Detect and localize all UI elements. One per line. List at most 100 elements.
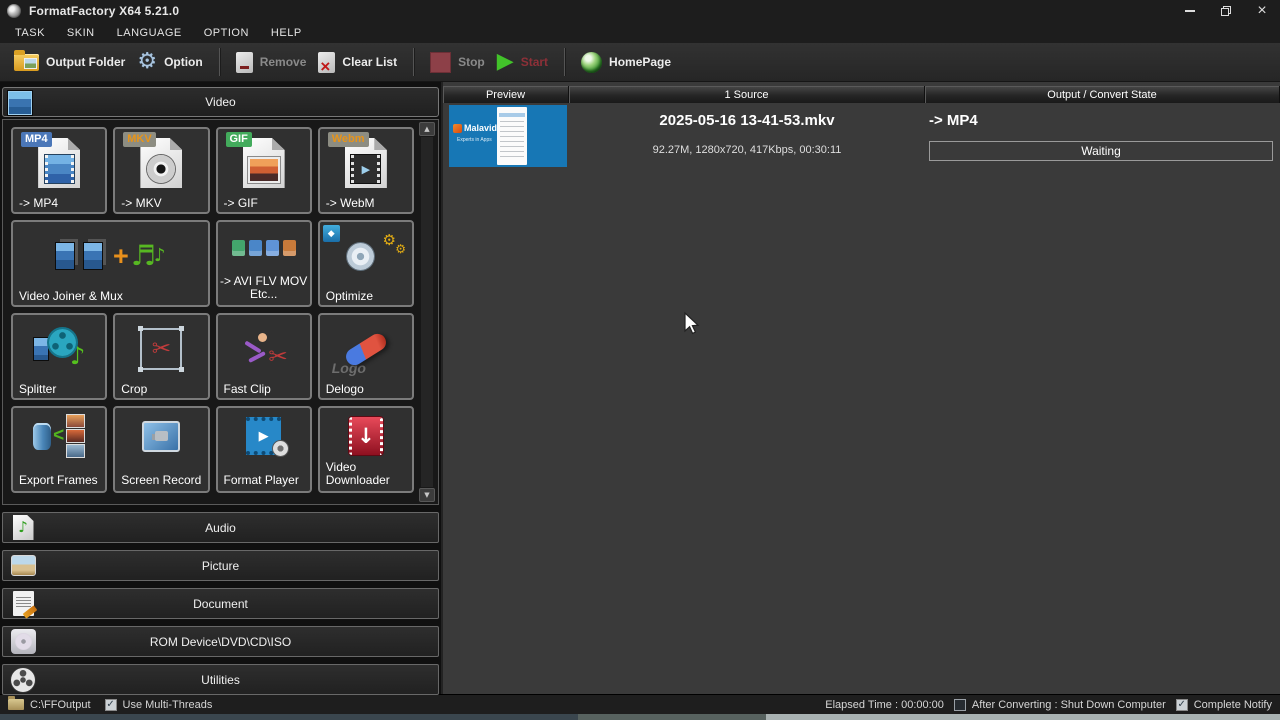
tile-format-player[interactable]: Format Player (216, 406, 312, 493)
tile-to-gif[interactable]: GIF -> GIF (216, 127, 312, 214)
shutdown-checkbox[interactable] (954, 699, 966, 711)
tile-delogo[interactable]: Logo Delogo (318, 313, 414, 400)
file-row[interactable]: Malavida Experts in Apps 2025-05-16 13-4… (443, 103, 1280, 175)
statusbar: C:\FFOutput Use Multi-Threads Elapsed Ti… (0, 694, 1280, 714)
tile-video-joiner-mux[interactable]: + Video Joiner & Mux (11, 220, 210, 307)
window-controls (1172, 0, 1280, 22)
menu-skin[interactable]: SKIN (56, 24, 106, 42)
check-icon (106, 700, 114, 710)
mp4-badge: MP4 (21, 132, 52, 147)
menu-help[interactable]: HELP (260, 24, 313, 42)
tile-to-mkv[interactable]: MKV -> MKV (113, 127, 209, 214)
category-document[interactable]: Document (2, 588, 439, 619)
thumbnail-screenshot (497, 107, 527, 165)
scroll-up-icon (424, 126, 429, 133)
tile-to-avi-flv-mov[interactable]: -> AVI FLV MOV Etc... (216, 220, 312, 307)
list-header: Preview 1 Source Output / Convert State (443, 86, 1280, 103)
menu-task[interactable]: TASK (4, 24, 56, 42)
taskbar-segment (578, 714, 766, 720)
tile-crop[interactable]: Crop (113, 313, 209, 400)
clear-list-button[interactable]: × Clear List (312, 48, 403, 77)
tile-video-downloader[interactable]: Video Downloader (318, 406, 414, 493)
output-format: -> MP4 (929, 112, 978, 129)
scroll-down-button[interactable] (419, 488, 435, 502)
complete-notify-label: Complete Notify (1194, 699, 1272, 711)
tile-label: Splitter (19, 383, 102, 396)
category-label: ROM Device\DVD\CD\ISO (150, 635, 291, 649)
menu-language[interactable]: LANGUAGE (106, 24, 193, 42)
remove-button[interactable]: Remove (230, 48, 313, 77)
category-label: Document (193, 597, 248, 611)
column-header-output[interactable]: Output / Convert State (925, 86, 1280, 103)
start-play-icon (497, 51, 514, 73)
minimize-button[interactable] (1172, 0, 1208, 22)
source-file-details: 92.27M, 1280x720, 417Kbps, 00:30:11 (569, 144, 925, 156)
joiner-mux-icon: + (13, 227, 208, 285)
source-file-name: 2025-05-16 13-41-53.mkv (569, 112, 925, 129)
toolbar-separator (564, 48, 565, 76)
file-list-pane: Preview 1 Source Output / Convert State … (443, 82, 1280, 694)
multithreads-checkbox[interactable] (105, 699, 117, 711)
video-tile-grid: MP4 -> MP4 MKV -> MKV GI (11, 127, 414, 493)
option-button[interactable]: Option (131, 47, 208, 77)
category-label: Picture (202, 559, 239, 573)
formatfactory-window: FormatFactory X64 5.21.0 TASK SKIN LANGU… (0, 0, 1280, 720)
scroll-down-icon (424, 492, 429, 499)
toolbar-separator (219, 48, 220, 76)
tile-label: Screen Record (121, 474, 204, 487)
output-folder-button[interactable]: Output Folder (8, 50, 131, 75)
restore-button[interactable] (1208, 0, 1244, 22)
complete-notify-checkbox[interactable] (1176, 699, 1188, 711)
elapsed-time: Elapsed Time : 00:00:00 (825, 699, 944, 711)
homepage-label: HomePage (609, 55, 671, 69)
scroll-up-button[interactable] (419, 122, 435, 136)
category-utilities[interactable]: Utilities (2, 664, 439, 695)
scrollbar-track[interactable] (421, 137, 433, 487)
video-downloader-icon (320, 413, 412, 459)
tile-label: -> WebM (326, 197, 409, 210)
category-picture[interactable]: Picture (2, 550, 439, 581)
stop-label: Stop (458, 55, 485, 69)
taskbar-strip (0, 714, 1280, 720)
tile-label: Format Player (224, 474, 307, 487)
gif-badge: GIF (226, 132, 252, 147)
video-header-label: Video (205, 95, 235, 109)
menu-option[interactable]: OPTION (193, 24, 260, 42)
start-button[interactable]: Start (491, 47, 554, 77)
category-audio[interactable]: Audio (2, 512, 439, 543)
category-rom-device[interactable]: ROM Device\DVD\CD\ISO (2, 626, 439, 657)
document-icon (10, 591, 36, 617)
remove-label: Remove (260, 55, 307, 69)
output-path[interactable]: C:\FFOutput (30, 699, 91, 711)
column-header-source[interactable]: 1 Source (569, 86, 925, 103)
malavida-fox-icon (453, 124, 462, 133)
tile-screen-record[interactable]: Screen Record (113, 406, 209, 493)
stop-button[interactable]: Stop (424, 48, 491, 77)
utilities-reel-icon (10, 667, 36, 693)
tile-label: -> AVI FLV MOV Etc... (220, 275, 308, 301)
sidebar: Video MP4 -> MP4 MKV (0, 82, 443, 694)
screen-record-icon (115, 413, 207, 459)
tile-export-frames[interactable]: < Export Frames (11, 406, 107, 493)
fast-clip-icon (218, 320, 310, 378)
category-video-header[interactable]: Video (2, 87, 439, 117)
tile-to-webm[interactable]: Webm -> WebM (318, 127, 414, 214)
stop-square-icon (430, 52, 451, 73)
export-frames-icon: < (13, 413, 105, 459)
tile-label: Delogo (326, 383, 409, 396)
close-button[interactable] (1244, 0, 1280, 22)
menubar: TASK SKIN LANGUAGE OPTION HELP (0, 22, 1280, 43)
tile-fast-clip[interactable]: Fast Clip (216, 313, 312, 400)
taskbar-segment (0, 714, 578, 720)
close-icon (1257, 3, 1266, 19)
tile-label: Fast Clip (224, 383, 307, 396)
convert-state-label: Waiting (1081, 144, 1121, 158)
tile-to-mp4[interactable]: MP4 -> MP4 (11, 127, 107, 214)
homepage-button[interactable]: HomePage (575, 48, 677, 77)
minimize-icon (1185, 10, 1195, 12)
tile-splitter[interactable]: Splitter (11, 313, 107, 400)
window-title: FormatFactory X64 5.21.0 (29, 4, 179, 18)
tile-optimize[interactable]: ◆ Optimize (318, 220, 414, 307)
main-area: Video MP4 -> MP4 MKV (0, 82, 1280, 694)
column-header-preview[interactable]: Preview (443, 86, 569, 103)
